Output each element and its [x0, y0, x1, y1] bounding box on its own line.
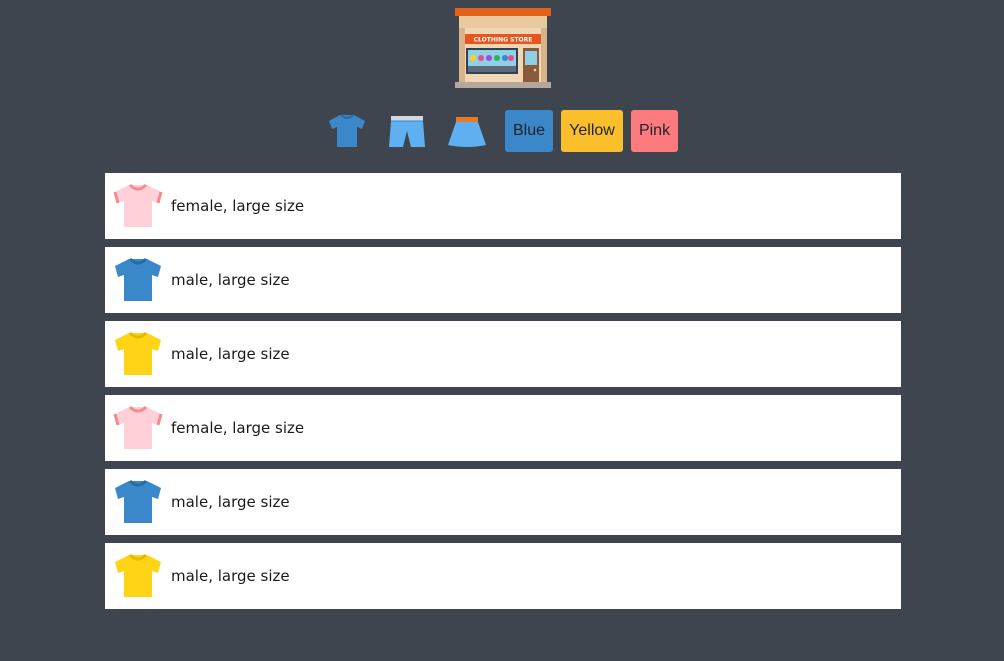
- tshirt-icon: [329, 114, 365, 147]
- item-description: male, large size: [171, 493, 290, 511]
- pink-tshirt-icon: [112, 402, 164, 454]
- list-item[interactable]: male, large size: [105, 321, 901, 387]
- list-item[interactable]: female, large size: [105, 173, 901, 239]
- store-icon: CLOTHING STORE: [455, 8, 551, 88]
- clothing-list: female, large size male, large size male…: [105, 173, 901, 617]
- skirt-icon: [448, 117, 486, 147]
- tshirt-filter-button[interactable]: [325, 109, 369, 153]
- store-sign: CLOTHING STORE: [474, 37, 533, 44]
- blue-filter-button[interactable]: Blue: [505, 110, 553, 152]
- list-item[interactable]: male, large size: [105, 247, 901, 313]
- pink-filter-button[interactable]: Pink: [631, 110, 678, 152]
- item-description: male, large size: [171, 271, 290, 289]
- filter-toolbar: Blue Yellow Pink: [325, 109, 686, 153]
- item-description: female, large size: [171, 419, 305, 437]
- pink-tshirt-icon: [112, 180, 164, 232]
- clothing-store-logo: CLOTHING STORE: [455, 8, 551, 90]
- yellow-tshirt-icon: [112, 550, 164, 602]
- item-description: male, large size: [171, 567, 290, 585]
- yellow-tshirt-icon: [112, 328, 164, 380]
- item-description: male, large size: [171, 345, 290, 363]
- blue-tshirt-icon: [112, 254, 164, 306]
- list-item[interactable]: female, large size: [105, 395, 901, 461]
- yellow-filter-button[interactable]: Yellow: [561, 110, 623, 152]
- list-item[interactable]: male, large size: [105, 543, 901, 609]
- shorts-filter-button[interactable]: [385, 109, 429, 153]
- list-item[interactable]: male, large size: [105, 469, 901, 535]
- item-description: female, large size: [171, 197, 305, 215]
- skirt-filter-button[interactable]: [445, 109, 489, 153]
- blue-tshirt-icon: [112, 476, 164, 528]
- shorts-icon: [389, 116, 425, 147]
